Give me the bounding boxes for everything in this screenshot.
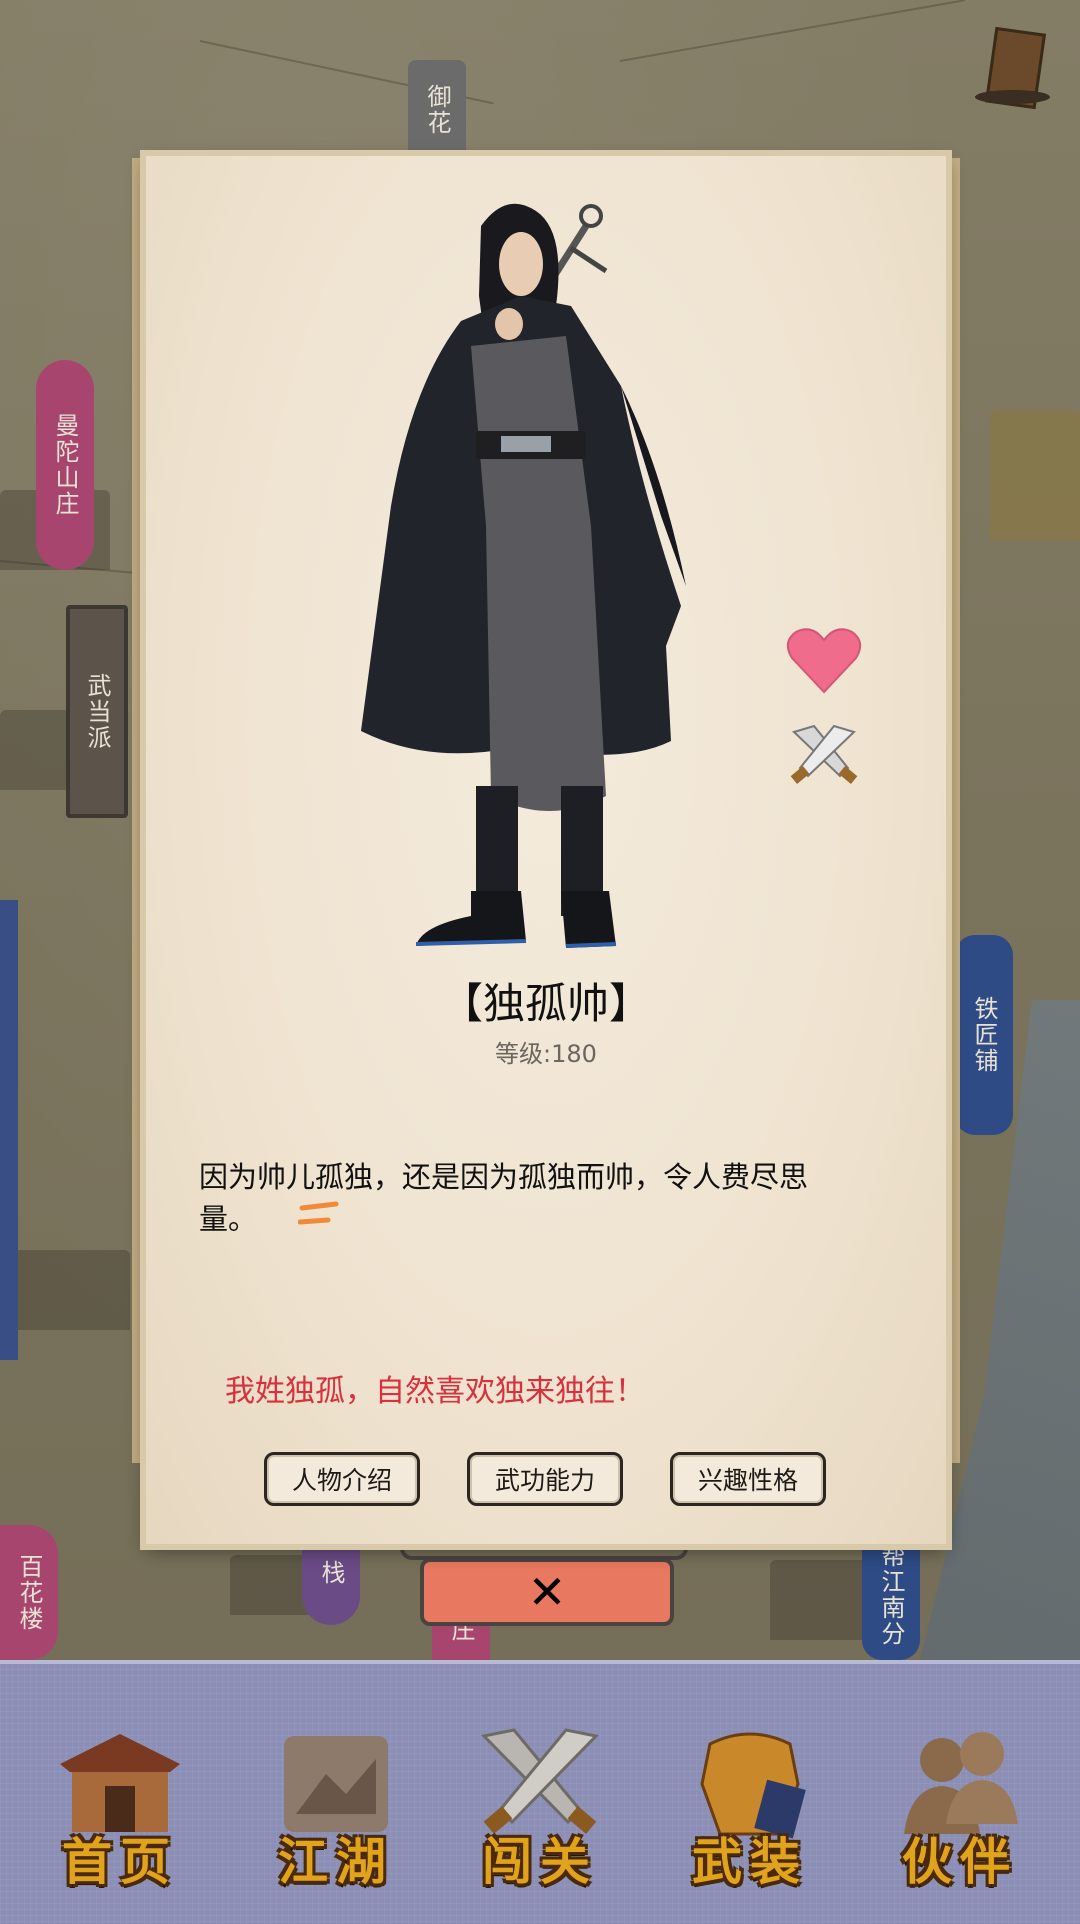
- map-place-baihua[interactable]: 百花楼: [0, 1525, 58, 1660]
- character-description: 因为帅儿孤独，还是因为孤独而帅，令人费尽思量。: [199, 1160, 809, 1236]
- map-building: [990, 410, 1080, 540]
- character-level: 等级:180: [495, 1040, 597, 1068]
- nav-home[interactable]: 首页: [30, 1724, 210, 1904]
- book-stand: [975, 90, 1050, 104]
- character-portrait: [361, 203, 686, 948]
- map-place-jiangnan[interactable]: 帮江南分: [862, 1530, 920, 1660]
- map-road: [619, 0, 965, 62]
- map-place-edge: [0, 900, 18, 1360]
- cursor-mark-icon: [298, 1201, 339, 1225]
- nav-companions[interactable]: 伙伴: [870, 1724, 1050, 1904]
- nav-equipment[interactable]: 武装: [660, 1724, 840, 1904]
- tab-character-intro[interactable]: 人物介绍: [264, 1452, 420, 1506]
- modal-edge-left: [132, 158, 146, 1463]
- nav-challenge[interactable]: 闯关: [450, 1724, 630, 1904]
- bottom-nav-bar: 首页 江湖 闯关 武装 伙伴: [0, 1660, 1080, 1924]
- map-place-mantuo[interactable]: 曼陀山庄: [36, 360, 94, 570]
- map-place-yuhua[interactable]: 御花: [408, 60, 466, 160]
- character-quote: 我姓独孤，自然喜欢独来独往！: [225, 1374, 645, 1409]
- map-building: [0, 1250, 130, 1330]
- map-place-blacksmith[interactable]: 铁匠铺: [955, 935, 1013, 1135]
- character-name: 【独孤帅】: [440, 979, 651, 1028]
- map-place-wudang[interactable]: 武当派: [66, 605, 128, 818]
- character-detail-modal: 【独孤帅】 等级:180 因为帅儿孤独，还是因为孤独而帅，令人费尽思量。 我姓独…: [146, 156, 946, 1544]
- tab-martial-ability[interactable]: 武功能力: [467, 1452, 623, 1506]
- close-button[interactable]: ✕: [420, 1558, 674, 1626]
- nav-jianghu[interactable]: 江湖: [246, 1724, 426, 1904]
- crossed-swords-icon[interactable]: [786, 722, 862, 790]
- tab-interests-personality[interactable]: 兴趣性格: [670, 1452, 826, 1506]
- modal-edge-right: [946, 158, 960, 1463]
- map-building: [770, 1560, 870, 1640]
- close-icon: ✕: [527, 1565, 567, 1619]
- heart-icon[interactable]: [786, 626, 862, 696]
